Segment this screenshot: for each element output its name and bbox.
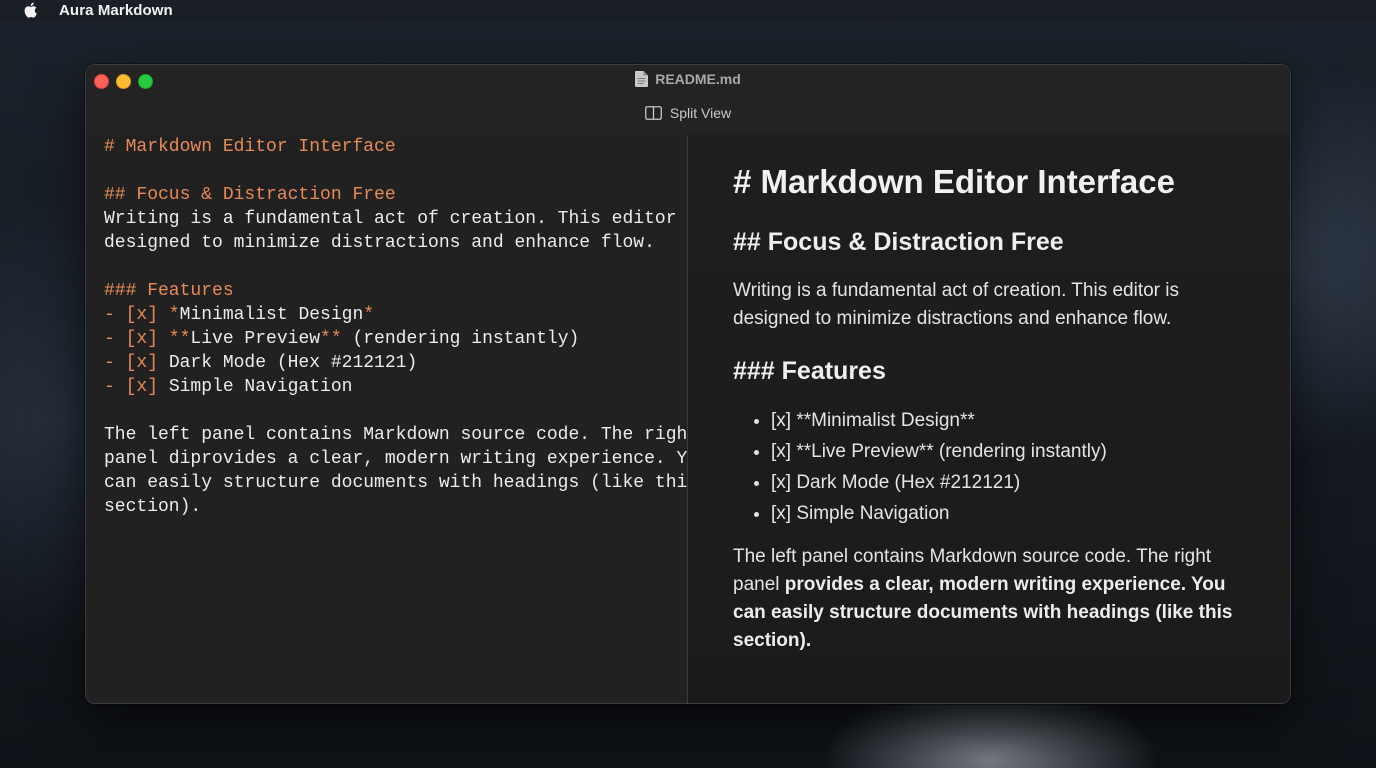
source-line[interactable]: ## Focus & Distraction Free bbox=[104, 183, 684, 207]
source-text: Simple Navigation bbox=[168, 377, 353, 397]
preview-feature-list: [x] **Minimalist Design** [x] **Live Pre… bbox=[733, 405, 1107, 529]
source-line[interactable]: # Markdown Editor Interface bbox=[104, 135, 684, 159]
source-text: Live Preview bbox=[190, 329, 321, 349]
source-line[interactable]: Writing is a fundamental act of creation… bbox=[104, 207, 709, 231]
source-heading-text: ## Focus & Distraction Free bbox=[104, 185, 396, 205]
split-view-toggle[interactable]: Split View bbox=[86, 105, 1290, 121]
split-view-icon bbox=[644, 106, 662, 120]
source-text: (rendering instantly) bbox=[341, 329, 580, 349]
source-heading-text: ### Features bbox=[104, 281, 234, 301]
source-text: Writing is a fundamental act of creation… bbox=[104, 209, 709, 229]
list-item: [x] Dark Mode (Hex #212121) bbox=[771, 467, 1107, 498]
markdown-source-text[interactable]: # Markdown Editor Interface ## Focus & Di… bbox=[104, 135, 709, 519]
editor-window: README.md Split View # Markdown Editor I… bbox=[85, 64, 1291, 704]
list-item: [x] **Live Preview** (rendering instantl… bbox=[771, 436, 1107, 467]
source-line[interactable]: - [x] **Live Preview** (rendering instan… bbox=[104, 327, 684, 351]
source-heading-text: # Markdown Editor Interface bbox=[104, 137, 396, 157]
source-line[interactable]: ### Features bbox=[104, 279, 684, 303]
preview-heading-2: ## Focus & Distraction Free bbox=[733, 228, 1064, 256]
source-syntax-marker: - [x] bbox=[104, 377, 169, 397]
source-syntax-marker: - [x] bbox=[104, 353, 169, 373]
source-syntax-marker: - [x] * bbox=[104, 305, 180, 325]
preview-heading-3: ### Features bbox=[733, 357, 886, 385]
source-line[interactable]: designed to minimize distractions and en… bbox=[104, 231, 684, 255]
window-title: README.md bbox=[655, 71, 741, 87]
source-line[interactable]: can easily structure documents with head… bbox=[104, 471, 698, 495]
source-text: Dark Mode (Hex #212121) bbox=[168, 353, 418, 373]
source-syntax-marker: * bbox=[363, 305, 375, 325]
document-icon bbox=[635, 71, 649, 87]
source-text: panel diprovides a clear, modern writing… bbox=[104, 449, 709, 469]
source-line[interactable] bbox=[104, 255, 684, 279]
source-syntax-marker: ** bbox=[320, 329, 342, 349]
preview-paragraph: Writing is a fundamental act of creation… bbox=[733, 280, 1180, 329]
paragraph-bold-text: provides a clear, modern writing experie… bbox=[733, 574, 1233, 651]
app-name[interactable]: Aura Markdown bbox=[59, 2, 173, 19]
source-line[interactable]: - [x] *Minimalist Design* bbox=[104, 303, 684, 327]
view-mode-label: Split View bbox=[669, 105, 732, 121]
source-line[interactable]: panel diprovides a clear, modern writing… bbox=[104, 447, 709, 471]
source-text: designed to minimize distractions and en… bbox=[104, 233, 655, 253]
source-text: section). bbox=[104, 497, 202, 517]
title-bar: README.md Split View bbox=[86, 65, 1290, 136]
source-line[interactable] bbox=[104, 399, 684, 423]
list-item: [x] Simple Navigation bbox=[771, 498, 1107, 529]
preview-paragraph: The left panel contains Markdown source … bbox=[733, 543, 1253, 655]
preview-pane: # Markdown Editor Interface ## Focus & D… bbox=[688, 135, 1290, 703]
markdown-source-pane[interactable]: # Markdown Editor Interface ## Focus & Di… bbox=[86, 135, 709, 703]
source-text: The left panel contains Markdown source … bbox=[104, 425, 699, 445]
source-line[interactable]: - [x] Simple Navigation bbox=[104, 375, 684, 399]
source-line[interactable]: - [x] Dark Mode (Hex #212121) bbox=[104, 351, 684, 375]
menu-bar: Aura Markdown bbox=[0, 0, 1376, 22]
list-item: [x] **Minimalist Design** bbox=[771, 405, 1107, 436]
source-text: Minimalist Design bbox=[179, 305, 364, 325]
source-text: can easily structure documents with head… bbox=[104, 473, 699, 493]
source-line[interactable] bbox=[104, 159, 684, 183]
apple-logo-icon[interactable] bbox=[22, 1, 38, 19]
preview-heading-1: # Markdown Editor Interface bbox=[733, 163, 1175, 200]
window-title-group: README.md bbox=[86, 71, 1290, 87]
source-syntax-marker: - [x] ** bbox=[104, 329, 191, 349]
source-line[interactable]: The left panel contains Markdown source … bbox=[104, 423, 698, 447]
source-line[interactable]: section). bbox=[104, 495, 684, 519]
